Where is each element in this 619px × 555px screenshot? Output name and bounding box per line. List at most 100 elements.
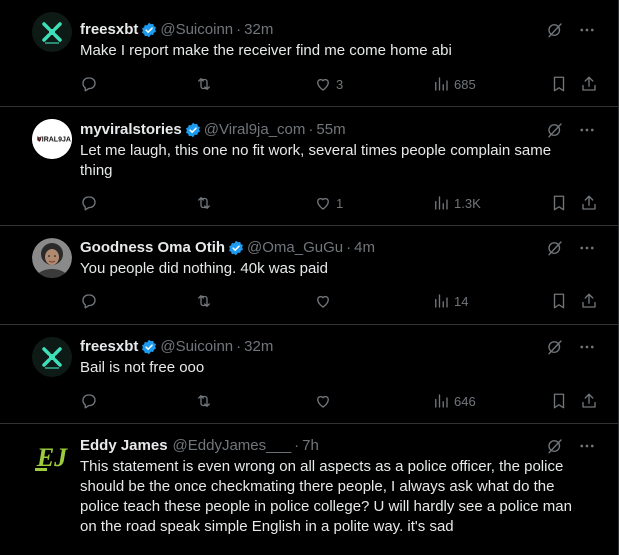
tweet-text: Let me laugh, this one no fit work, seve… [80, 142, 552, 179]
tweet-3[interactable]: Goodness Oma Otih @Oma_GuGu · 4m You peo… [0, 226, 618, 325]
grok-icon[interactable] [546, 21, 564, 39]
reply-button[interactable] [80, 292, 98, 310]
separator: · [294, 437, 300, 454]
bookmark-button[interactable] [550, 194, 568, 212]
more-icon[interactable] [578, 239, 596, 257]
repost-icon [198, 295, 210, 307]
avatar-goodness[interactable] [32, 238, 72, 278]
separator: · [346, 239, 352, 256]
share-icon [582, 293, 596, 308]
tweet-text: Bail is not free ooo [80, 359, 205, 376]
more-icon[interactable] [578, 437, 596, 455]
reply-button[interactable] [80, 75, 98, 93]
author-handle[interactable]: @Suicoinn [160, 20, 233, 40]
heart-icon [317, 295, 329, 308]
bookmark-icon [553, 195, 565, 211]
bookmark-icon [553, 76, 565, 92]
separator: · [236, 338, 242, 355]
author-name[interactable]: freesxbt [80, 337, 138, 357]
ej-logo-icon: EJ [32, 436, 72, 476]
author-handle[interactable]: @Oma_GuGu [247, 238, 343, 258]
repost-button[interactable] [195, 194, 213, 212]
svg-text:EJ: EJ [36, 443, 68, 472]
views-button[interactable]: 646 [432, 392, 476, 410]
tweet-2[interactable]: VIRAL9JA myviralstories @Viral9ja_com · … [0, 107, 618, 226]
share-button[interactable] [580, 75, 598, 93]
grok-icon[interactable] [546, 437, 564, 455]
share-icon [582, 76, 596, 91]
like-button[interactable] [314, 392, 336, 410]
repost-button[interactable] [195, 75, 213, 93]
timestamp[interactable]: 32m [244, 337, 273, 357]
bookmark-button[interactable] [550, 392, 568, 410]
view-count: 14 [454, 293, 469, 309]
bookmark-button[interactable] [550, 75, 568, 93]
heart-icon [317, 197, 329, 210]
reply-button[interactable] [80, 392, 98, 410]
bookmark-icon [553, 393, 565, 409]
author-name[interactable]: Goodness Oma Otih [80, 238, 225, 258]
share-button[interactable] [580, 292, 598, 310]
tweet-text: You people did nothing. 40k was paid [80, 260, 328, 277]
views-button[interactable]: 1.3K [432, 194, 481, 212]
like-button[interactable] [314, 292, 336, 310]
share-button[interactable] [580, 392, 598, 410]
more-icon[interactable] [578, 21, 596, 39]
avatar-myviralstories[interactable]: VIRAL9JA [32, 119, 72, 159]
heart-icon [317, 395, 329, 408]
author-handle[interactable]: @Viral9ja_com [204, 120, 306, 140]
reply-icon [82, 394, 96, 409]
reply-icon [82, 294, 96, 309]
grok-icon[interactable] [546, 239, 564, 257]
like-count: 3 [336, 76, 344, 92]
timestamp[interactable]: 32m [244, 20, 273, 40]
like-count: 1 [336, 195, 344, 211]
author-name[interactable]: freesxbt [80, 20, 138, 40]
views-button[interactable]: 685 [432, 75, 476, 93]
bookmark-icon [553, 293, 565, 309]
timestamp[interactable]: 7h [302, 436, 319, 456]
more-icon[interactable] [578, 121, 596, 139]
verified-badge-icon [142, 22, 157, 38]
like-button[interactable]: 1 [314, 194, 343, 212]
timestamp[interactable]: 55m [316, 120, 345, 140]
tweet-text: Make I report make the receiver find me … [80, 42, 452, 59]
author-name[interactable]: Eddy James [80, 436, 168, 456]
grok-icon[interactable] [546, 338, 564, 356]
freesxbt-logo-icon [32, 337, 72, 377]
author-handle[interactable]: @EddyJames___ [173, 436, 292, 456]
author-name[interactable]: myviralstories [80, 120, 182, 140]
separator: · [236, 21, 242, 38]
views-icon [435, 294, 448, 308]
reply-icon [82, 77, 96, 92]
reply-button[interactable] [80, 194, 98, 212]
profile-photo-icon [32, 238, 72, 278]
avatar-freesxbt[interactable] [32, 12, 72, 52]
verified-badge-icon [142, 339, 157, 355]
share-icon [582, 393, 596, 408]
view-count: 1.3K [454, 195, 481, 211]
like-button[interactable]: 3 [314, 75, 343, 93]
grok-icon[interactable] [546, 121, 564, 139]
repost-button[interactable] [195, 292, 213, 310]
views-icon [435, 77, 448, 91]
share-icon [582, 195, 596, 210]
timestamp[interactable]: 4m [354, 238, 375, 258]
tweet-1[interactable]: freesxbt @Suicoinn · 32m Make I report m… [0, 0, 618, 107]
avatar-eddy-james[interactable]: EJ [32, 436, 72, 476]
views-icon [435, 196, 448, 210]
bookmark-button[interactable] [550, 292, 568, 310]
tweet-5[interactable]: EJ Eddy James @EddyJames___ · 7h This st… [0, 424, 618, 555]
repost-icon [198, 197, 210, 209]
view-count: 646 [454, 393, 476, 409]
viral9ja-logo-icon: VIRAL9JA [32, 119, 72, 159]
views-button[interactable]: 14 [432, 292, 468, 310]
more-icon[interactable] [578, 338, 596, 356]
author-handle[interactable]: @Suicoinn [160, 337, 233, 357]
heart-icon [317, 78, 329, 91]
share-button[interactable] [580, 194, 598, 212]
avatar-freesxbt[interactable] [32, 337, 72, 377]
repost-button[interactable] [195, 392, 213, 410]
tweet-text: This statement is even wrong on all aspe… [80, 458, 572, 535]
tweet-4[interactable]: freesxbt @Suicoinn · 32m Bail is not fre… [0, 325, 618, 424]
